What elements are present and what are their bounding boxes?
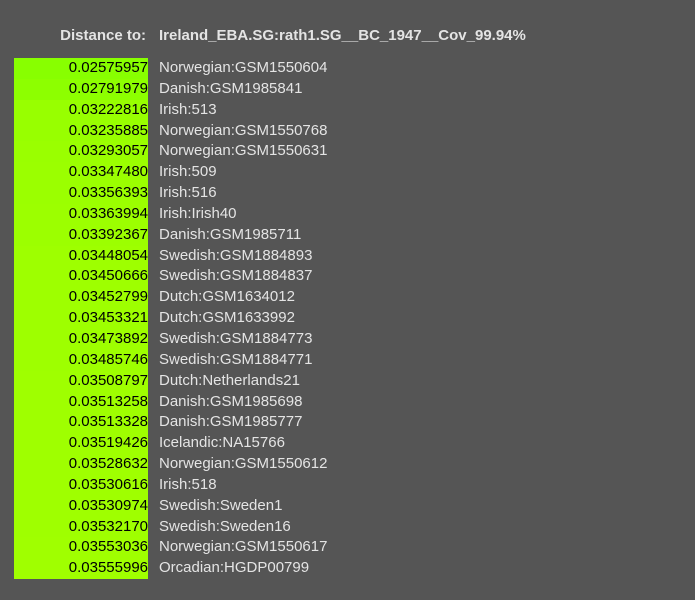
list-item: 0.03513258 Danish:GSM1985698 bbox=[14, 391, 614, 413]
list-item: 0.03473892 Swedish:GSM1884773 bbox=[14, 328, 614, 350]
distance-value: 0.03452799 bbox=[14, 287, 148, 309]
population-name: Dutch:GSM1634012 bbox=[159, 288, 295, 306]
population-name: Swedish:Sweden1 bbox=[159, 496, 283, 514]
list-item: 0.03450666 Swedish:GSM1884837 bbox=[14, 266, 614, 288]
population-name: Dutch:GSM1633992 bbox=[159, 309, 295, 327]
distance-value: 0.03532170 bbox=[14, 516, 148, 538]
list-item: 0.02791979 Danish:GSM1985841 bbox=[14, 78, 614, 100]
distance-value: 0.03530974 bbox=[14, 495, 148, 517]
distance-value: 0.03473892 bbox=[14, 328, 148, 350]
list-item: 0.03555996 Orcadian:HGDP00799 bbox=[14, 558, 614, 580]
distance-value: 0.03513328 bbox=[14, 412, 148, 434]
list-item: 0.03453321 Dutch:GSM1633992 bbox=[14, 308, 614, 329]
distance-value: 0.03513258 bbox=[14, 391, 148, 413]
list-item: 0.03519426 Icelandic:NA15766 bbox=[14, 433, 614, 455]
distance-value: 0.03392367 bbox=[14, 224, 148, 246]
distance-value: 0.03293057 bbox=[14, 141, 148, 163]
list-item: 0.03513328 Danish:GSM1985777 bbox=[14, 412, 614, 434]
distance-value: 0.03347480 bbox=[14, 162, 148, 184]
population-name: Swedish:GSM1884773 bbox=[159, 329, 313, 347]
list-item: 0.03485746 Swedish:GSM1884771 bbox=[14, 349, 614, 371]
list-item: 0.03532170 Swedish:Sweden16 bbox=[14, 516, 614, 538]
list-item: 0.02575957 Norwegian:GSM1550604 bbox=[14, 58, 614, 79]
population-name: Danish:GSM1985711 bbox=[159, 225, 302, 243]
list-item: 0.03347480 Irish:509 bbox=[14, 162, 614, 184]
distance-value: 0.03235885 bbox=[14, 120, 148, 142]
distance-value: 0.03553036 bbox=[14, 537, 148, 559]
distance-value: 0.03356393 bbox=[14, 183, 148, 204]
population-name: Irish:516 bbox=[159, 184, 217, 202]
distance-value: 0.03448054 bbox=[14, 245, 148, 267]
distance-value: 0.03450666 bbox=[14, 266, 148, 288]
list-item: 0.03528632 Norwegian:GSM1550612 bbox=[14, 454, 614, 475]
population-name: Norwegian:GSM1550612 bbox=[159, 455, 328, 473]
distance-value: 0.03555996 bbox=[14, 558, 148, 580]
distance-value: 0.03485746 bbox=[14, 349, 148, 371]
distance-value: 0.03519426 bbox=[14, 433, 148, 455]
population-name: Norwegian:GSM1550617 bbox=[159, 538, 328, 556]
population-name: Dutch:Netherlands21 bbox=[159, 371, 300, 389]
population-name: Irish:513 bbox=[159, 100, 217, 118]
list-item: 0.03356393 Irish:516 bbox=[14, 183, 614, 204]
population-name: Danish:GSM1985841 bbox=[159, 79, 303, 97]
distance-value: 0.03453321 bbox=[14, 308, 148, 329]
population-name: Icelandic:NA15766 bbox=[159, 434, 285, 452]
distance-list: 0.02575957 Norwegian:GSM1550604 0.02791979… bbox=[14, 58, 614, 580]
list-item: 0.03553036 Norwegian:GSM1550617 bbox=[14, 537, 614, 559]
list-item: 0.03222816 Irish:513 bbox=[14, 99, 614, 121]
results-header: Distance to: Ireland_EBA.SG:rath1.SG__BC… bbox=[0, 27, 695, 47]
distance-value: 0.03528632 bbox=[14, 454, 148, 475]
distance-value: 0.03530616 bbox=[14, 474, 148, 496]
population-name: Irish:Irish40 bbox=[159, 204, 237, 222]
distance-to-label: Distance to: bbox=[60, 27, 146, 44]
list-item: 0.03452799 Dutch:GSM1634012 bbox=[14, 287, 614, 309]
population-name: Swedish:GSM1884893 bbox=[159, 246, 313, 264]
population-name: Swedish:Sweden16 bbox=[159, 517, 291, 535]
list-item: 0.03392367 Danish:GSM1985711 bbox=[14, 224, 614, 246]
population-name: Swedish:GSM1884837 bbox=[159, 267, 313, 285]
population-name: Norwegian:GSM1550631 bbox=[159, 142, 328, 160]
population-name: Norwegian:GSM1550604 bbox=[159, 59, 328, 76]
population-name: Orcadian:HGDP00799 bbox=[159, 559, 310, 577]
list-item: 0.03530616 Irish:518 bbox=[14, 474, 614, 496]
population-name: Swedish:GSM1884771 bbox=[159, 350, 313, 368]
distance-value: 0.03222816 bbox=[14, 99, 148, 121]
target-sample-name: Ireland_EBA.SG:rath1.SG__BC_1947__Cov_99… bbox=[159, 27, 526, 44]
list-item: 0.03530974 Swedish:Sweden1 bbox=[14, 495, 614, 517]
list-item: 0.03448054 Swedish:GSM1884893 bbox=[14, 245, 614, 267]
distance-value: 0.03363994 bbox=[14, 203, 148, 225]
list-item: 0.03235885 Norwegian:GSM1550768 bbox=[14, 120, 614, 142]
population-name: Norwegian:GSM1550768 bbox=[159, 121, 328, 139]
list-item: 0.03293057 Norwegian:GSM1550631 bbox=[14, 141, 614, 163]
population-name: Danish:GSM1985698 bbox=[159, 392, 303, 410]
population-name: Irish:509 bbox=[159, 163, 217, 181]
list-item: 0.03508797 Dutch:Netherlands21 bbox=[14, 370, 614, 392]
list-item: 0.03363994 Irish:Irish40 bbox=[14, 203, 614, 225]
distance-value: 0.02791979 bbox=[14, 78, 148, 100]
population-name: Danish:GSM1985777 bbox=[159, 413, 303, 431]
distance-value: 0.02575957 bbox=[14, 58, 148, 79]
distance-value: 0.03508797 bbox=[14, 370, 148, 392]
population-name: Irish:518 bbox=[159, 475, 217, 493]
